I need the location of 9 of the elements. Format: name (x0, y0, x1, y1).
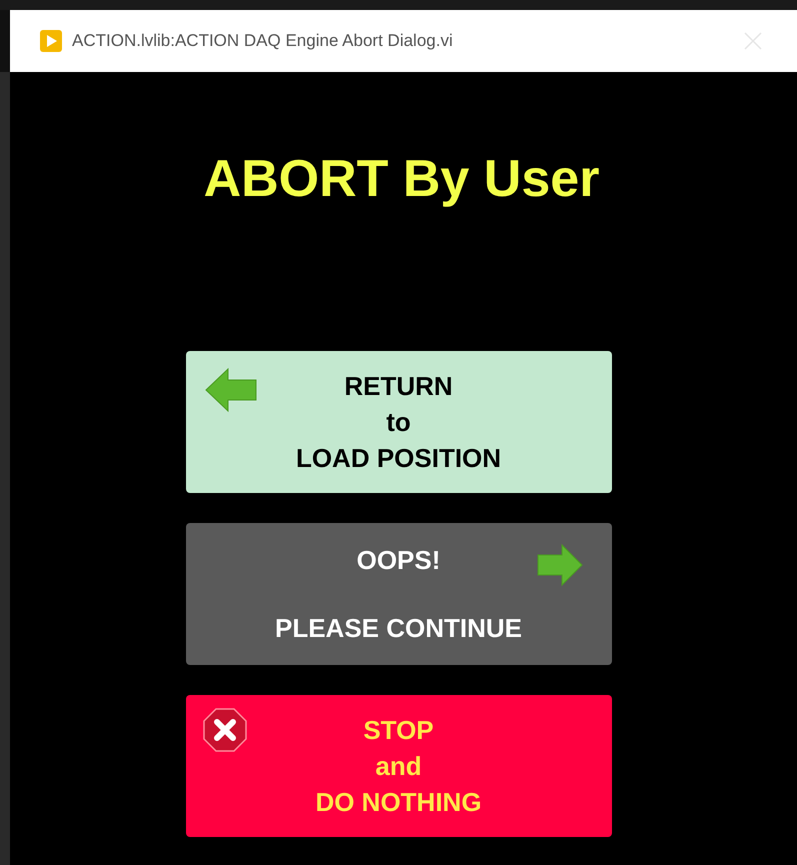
dialog-heading: ABORT By User (204, 149, 600, 210)
app-icon (40, 30, 62, 52)
close-icon[interactable] (743, 31, 763, 51)
left-arrow-icon (204, 367, 260, 413)
window-title: ACTION.lvlib:ACTION DAQ Engine Abort Dialog.vi (72, 30, 453, 52)
continue-button[interactable]: OOPS! PLEASE CONTINUE (186, 523, 612, 665)
close-icon (202, 707, 248, 753)
right-arrow-icon (536, 543, 584, 587)
return-button[interactable]: RETURN to LOAD POSITION (186, 351, 612, 493)
